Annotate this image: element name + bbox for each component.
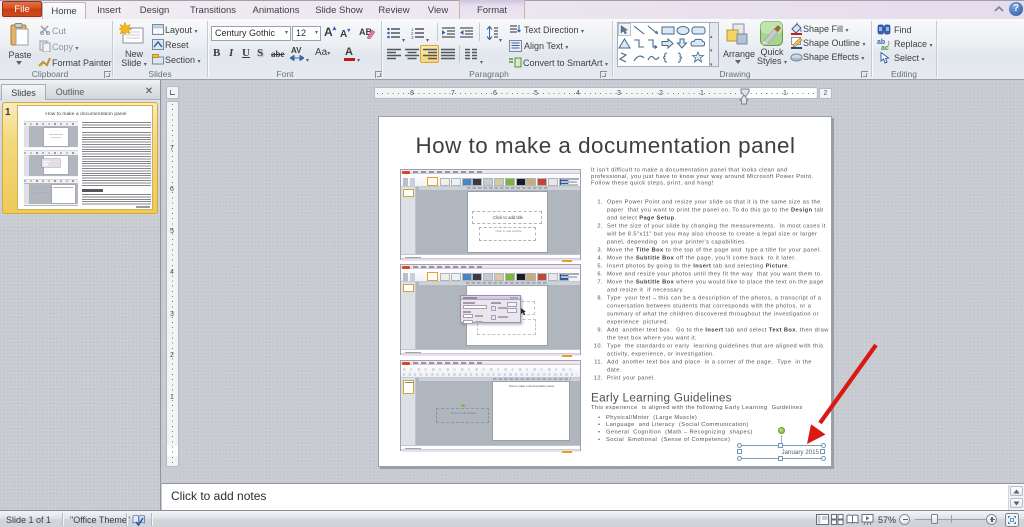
svg-text:3: 3 <box>411 35 414 39</box>
